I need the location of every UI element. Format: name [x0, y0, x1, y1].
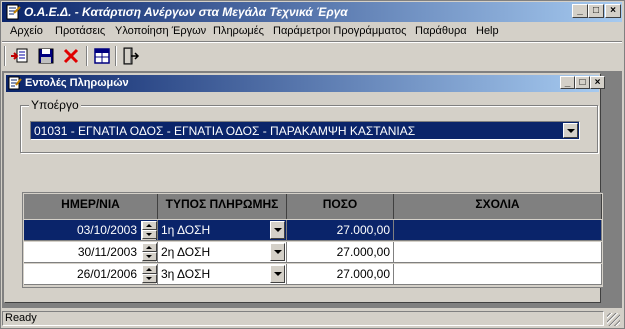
child-window-icon: [8, 76, 22, 90]
arrow-down-icon: [146, 233, 152, 236]
column-header-payment-type[interactable]: ΤΥΠΟΣ ΠΛΗΡΩΜΗΣ: [158, 194, 287, 219]
arrow-up-icon: [146, 246, 152, 249]
minimize-icon: _: [577, 5, 583, 16]
child-close-button[interactable]: ×: [590, 76, 605, 89]
arrow-up-icon: [146, 268, 152, 271]
arrow-up-icon: [146, 224, 152, 227]
payment-type-cell[interactable]: 3η ΔΟΣΗ: [158, 264, 287, 285]
exit-button[interactable]: [119, 45, 141, 67]
grid-button[interactable]: [91, 45, 113, 67]
grid-icon: [94, 48, 110, 64]
app-icon: [6, 4, 21, 20]
resize-grip-icon[interactable]: [607, 313, 620, 326]
column-header-comments[interactable]: ΣΧΟΛΙΑ: [394, 194, 602, 219]
chevron-down-icon: [274, 272, 282, 276]
payment-type-cell[interactable]: 1η ΔΟΣΗ: [158, 220, 287, 241]
amount-value: 27.000,00: [336, 267, 390, 281]
spin-down-button[interactable]: [142, 252, 157, 261]
date-spinner[interactable]: [141, 265, 157, 284]
payment-type-dropdown[interactable]: [270, 221, 285, 239]
arrow-down-icon: [146, 255, 152, 258]
amount-cell[interactable]: 27.000,00: [287, 242, 394, 263]
date-cell[interactable]: 30/11/2003: [24, 242, 158, 263]
spin-up-button[interactable]: [142, 265, 157, 274]
spin-down-button[interactable]: [142, 274, 157, 283]
toolbar-separator: [115, 46, 117, 66]
toolbar: [2, 43, 622, 69]
close-button[interactable]: ×: [605, 4, 621, 18]
status-text: Ready: [5, 312, 37, 324]
close-icon: ×: [610, 5, 616, 16]
payment-type-dropdown[interactable]: [270, 265, 285, 283]
delete-button[interactable]: [60, 45, 82, 67]
comment-cell[interactable]: [394, 220, 602, 241]
maximize-icon: □: [592, 5, 600, 16]
menu-help[interactable]: Help: [476, 25, 499, 37]
menu-parameters[interactable]: Παράμετροι Προγράμματος: [273, 25, 406, 37]
menu-projects[interactable]: Υλοποίηση Έργων: [115, 25, 206, 37]
arrow-down-icon: [146, 277, 152, 280]
spin-up-button[interactable]: [142, 243, 157, 252]
toolbar-separator: [86, 46, 88, 66]
maximize-icon: □: [579, 77, 586, 88]
maximize-button[interactable]: □: [588, 4, 604, 18]
subproject-label: Υποέργο: [29, 98, 81, 112]
date-spinner[interactable]: [141, 243, 157, 262]
payment-type-cell[interactable]: 2η ΔΟΣΗ: [158, 242, 287, 263]
subproject-value: 01031 - ΕΓΝΑΤΙΑ ΟΔΟΣ - ΕΓΝΑΤΙΑ ΟΔΟΣ - ΠΑ…: [34, 124, 416, 138]
chevron-down-icon: [274, 250, 282, 254]
amount-value: 27.000,00: [336, 245, 390, 259]
exit-icon: [123, 47, 140, 65]
amount-cell[interactable]: 27.000,00: [287, 264, 394, 285]
table-row[interactable]: 03/10/2003 1η ΔΟΣΗ 27.000,00: [24, 220, 602, 241]
date-cell[interactable]: 26/01/2006: [24, 264, 158, 285]
menu-file[interactable]: Αρχείο: [10, 25, 43, 37]
table-row[interactable]: 30/11/2003 2η ΔΟΣΗ 27.000,00: [24, 242, 602, 263]
spin-up-button[interactable]: [142, 221, 157, 230]
payment-type-value: 3η ΔΟΣΗ: [161, 267, 211, 281]
menu-payments[interactable]: Πληρωμές: [213, 25, 264, 37]
child-window-title: Εντολές Πληρωμών: [25, 77, 129, 89]
comment-cell[interactable]: [394, 242, 602, 263]
payment-type-dropdown[interactable]: [270, 243, 285, 261]
amount-cell[interactable]: 27.000,00: [287, 220, 394, 241]
save-button[interactable]: [35, 45, 57, 67]
payment-type-value: 2η ΔΟΣΗ: [161, 245, 211, 259]
menu-proposals[interactable]: Προτάσεις: [55, 25, 105, 37]
menu-windows[interactable]: Παράθυρα: [415, 25, 467, 37]
date-cell[interactable]: 03/10/2003: [24, 220, 158, 241]
comment-cell[interactable]: [394, 264, 602, 285]
subproject-combobox[interactable]: 01031 - ΕΓΝΑΤΙΑ ΟΔΟΣ - ΕΓΝΑΤΙΑ ΟΔΟΣ - ΠΑ…: [30, 121, 580, 140]
column-header-date[interactable]: ΗΜΕΡ/ΝΙΑ: [24, 194, 158, 219]
status-pane: [2, 311, 604, 326]
child-title-bar[interactable]: Εντολές Πληρωμών _ □ ×: [6, 75, 605, 92]
amount-value: 27.000,00: [336, 223, 390, 237]
minimize-icon: _: [564, 77, 571, 88]
spin-down-button[interactable]: [142, 230, 157, 239]
add-record-icon: [11, 48, 28, 63]
column-header-amount[interactable]: ΠΟΣΟ: [287, 194, 394, 219]
chevron-down-icon: [567, 129, 575, 133]
subproject-dropdown-button[interactable]: [563, 123, 578, 138]
close-icon: ×: [594, 77, 601, 88]
chevron-down-icon: [274, 228, 282, 232]
date-spinner[interactable]: [141, 221, 157, 240]
minimize-button[interactable]: _: [572, 4, 588, 18]
window-title: Ο.Α.Ε.Δ. - Κατάρτιση Ανέργων στα Μεγάλα …: [24, 5, 348, 19]
title-bar[interactable]: Ο.Α.Ε.Δ. - Κατάρτιση Ανέργων στα Μεγάλα …: [2, 2, 622, 22]
add-record-button[interactable]: [9, 45, 31, 67]
child-maximize-button[interactable]: □: [575, 76, 590, 89]
payment-type-value: 1η ΔΟΣΗ: [161, 223, 211, 237]
toolbar-grip: [4, 46, 6, 66]
date-value: 26/01/2006: [76, 267, 137, 281]
save-icon: [38, 48, 54, 64]
menu-bar: Αρχείο Προτάσεις Υλοποίηση Έργων Πληρωμέ…: [2, 22, 622, 41]
date-value: 03/10/2003: [76, 223, 137, 237]
delete-icon: [63, 48, 79, 64]
child-minimize-button[interactable]: _: [560, 76, 575, 89]
table-row[interactable]: 26/01/2006 3η ΔΟΣΗ 27.000,00: [24, 264, 602, 285]
date-value: 30/11/2003: [77, 245, 137, 259]
